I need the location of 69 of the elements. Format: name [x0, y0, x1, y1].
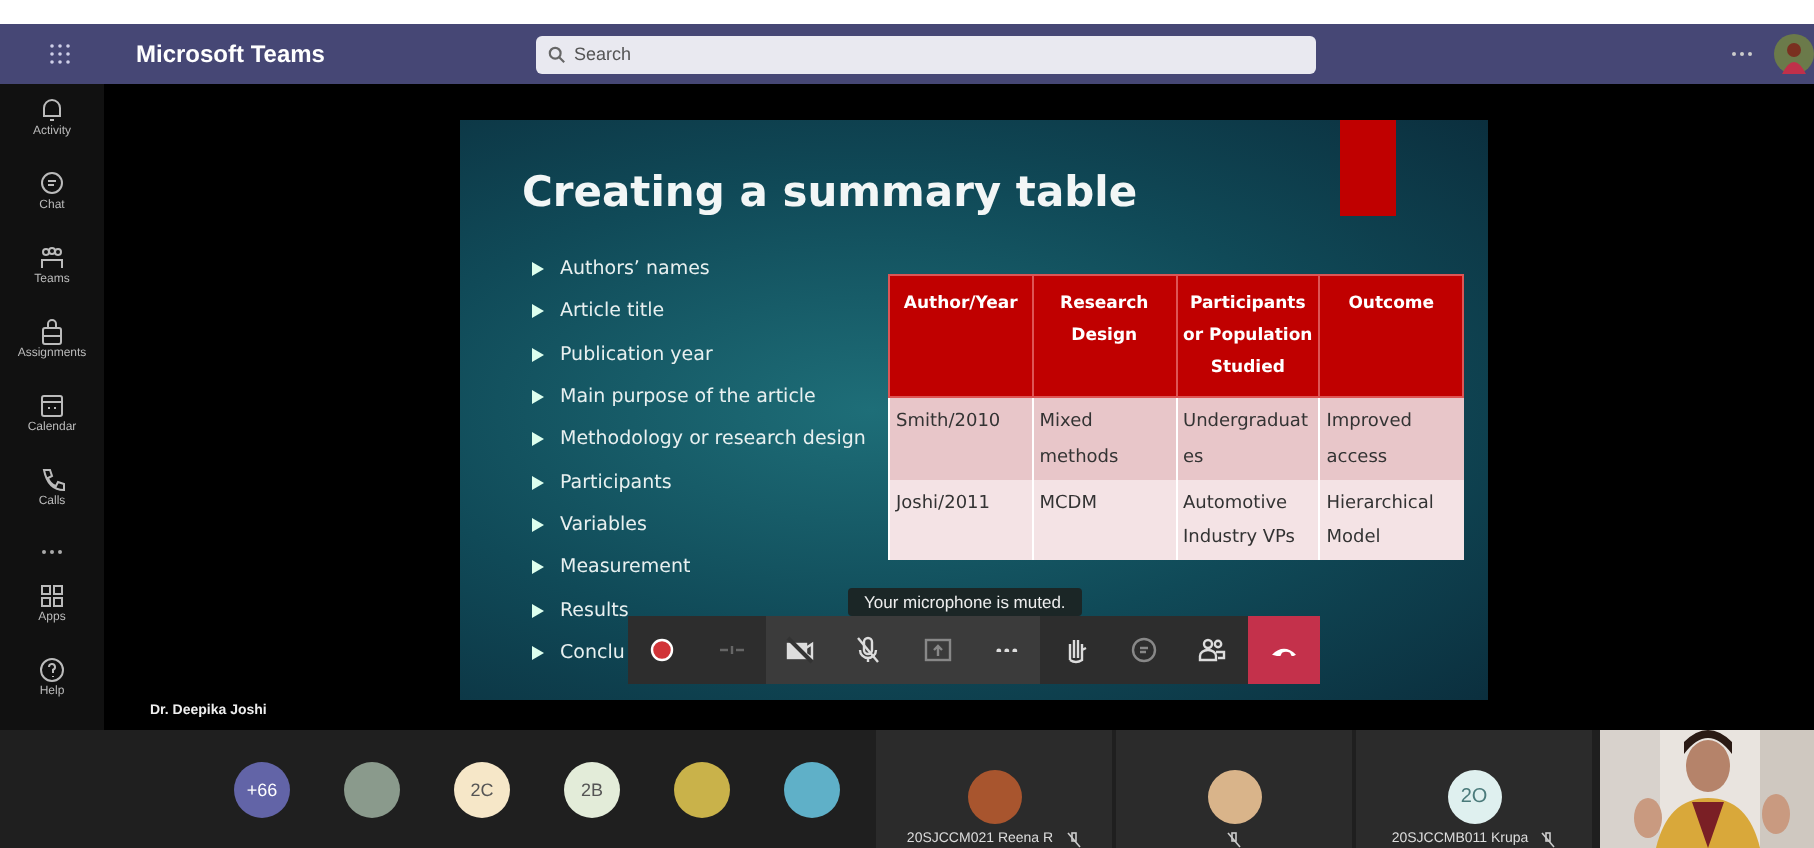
table-cell: Undergraduates — [1176, 397, 1320, 480]
tooltip: Your microphone is muted. — [848, 588, 1082, 616]
record-button[interactable] — [628, 616, 697, 684]
bullet-icon — [532, 390, 544, 405]
bullet-text: Conclu — [560, 641, 625, 664]
bullet-text: Participants — [560, 471, 672, 494]
table-header: Author/Year — [889, 275, 1033, 398]
participant-avatar: 2O — [1447, 770, 1501, 824]
people-button[interactable] — [1178, 616, 1248, 684]
phone-icon — [38, 466, 66, 494]
bag-icon — [37, 318, 66, 346]
search-icon — [548, 45, 566, 63]
search-field[interactable]: Search — [536, 35, 1316, 73]
bullet-text: Authors’ names — [560, 258, 710, 281]
bullet-icon — [532, 347, 544, 362]
slide-title: Creating a summary table — [522, 168, 1138, 216]
camera-button[interactable] — [765, 616, 835, 684]
participant-avatar[interactable] — [784, 761, 840, 817]
more-icon — [995, 647, 1018, 653]
apps-icon — [38, 582, 66, 610]
slide-accent — [1340, 120, 1396, 216]
more-apps-icon[interactable] — [40, 548, 64, 556]
share-icon — [921, 634, 954, 666]
app-launcher-icon[interactable] — [48, 42, 72, 66]
table-header: Participants or Population Studied — [1176, 275, 1320, 398]
bullet-text: Publication year — [560, 343, 713, 366]
table-header: Research Design — [1032, 275, 1176, 398]
chat-icon — [1127, 634, 1160, 666]
overflow-count[interactable]: +66 — [234, 761, 290, 817]
bullet-icon — [532, 603, 544, 618]
table-cell: Mixed methods — [1032, 397, 1176, 480]
table-cell: MCDM — [1032, 479, 1176, 560]
participant-avatar[interactable]: 2B — [564, 761, 620, 817]
bell-icon — [37, 96, 66, 124]
bullet-icon — [532, 432, 544, 447]
participant-tile[interactable] — [1116, 730, 1352, 848]
bullet-icon — [532, 304, 544, 319]
bullet-icon — [532, 517, 544, 532]
hand-button[interactable] — [1040, 616, 1110, 684]
record-icon — [646, 634, 679, 666]
bullet-text: Article title — [560, 300, 665, 323]
table-cell: Smith/2010 — [889, 397, 1033, 480]
bullet-text: Methodology or research design — [560, 428, 866, 451]
mic-icon — [852, 634, 885, 666]
table-cell: Improved access — [1319, 397, 1463, 480]
bullet-icon — [532, 645, 544, 660]
participant-avatar[interactable] — [674, 761, 730, 817]
bullet-text: Main purpose of the article — [560, 386, 816, 409]
more-icon[interactable] — [1730, 50, 1754, 58]
table-cell: Hierarchical Model — [1319, 479, 1463, 560]
bullet-icon — [532, 262, 544, 277]
app-title: Microsoft Teams — [136, 40, 327, 68]
bullet-icon — [532, 560, 544, 575]
table-cell: Automotive Industry VPs — [1176, 479, 1320, 560]
bullet-text: Results — [560, 599, 629, 622]
bullet-text: Variables — [560, 513, 647, 536]
chat-icon — [38, 170, 66, 198]
table-header: Outcome — [1319, 275, 1463, 398]
hangup-icon — [1271, 643, 1296, 657]
bullet-icon — [532, 475, 544, 490]
calendar-icon — [37, 392, 66, 420]
help-icon — [38, 656, 66, 684]
participant-avatar[interactable]: 2C — [454, 761, 510, 817]
table-cell: Joshi/2011 — [889, 479, 1033, 560]
camera-icon — [783, 634, 816, 666]
people-icon — [1196, 634, 1229, 666]
participant-avatar[interactable] — [344, 761, 400, 817]
bullet-text: Measurement — [560, 556, 691, 579]
teams-icon — [37, 244, 66, 272]
